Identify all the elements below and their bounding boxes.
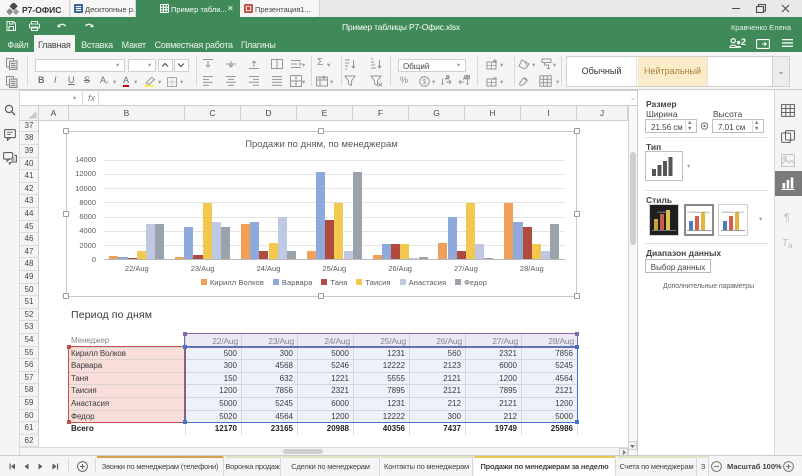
svg-text:Название диагр.: Название диагр.	[688, 210, 711, 214]
svg-text:Название: Название	[657, 210, 671, 214]
svg-text:.00: .00	[463, 75, 470, 81]
svg-text:.0: .0	[445, 75, 449, 81]
svg-text:Название диагр.: Название диагр.	[722, 210, 745, 214]
svg-text:a: a	[788, 241, 793, 249]
svg-text:$: $	[423, 79, 427, 86]
